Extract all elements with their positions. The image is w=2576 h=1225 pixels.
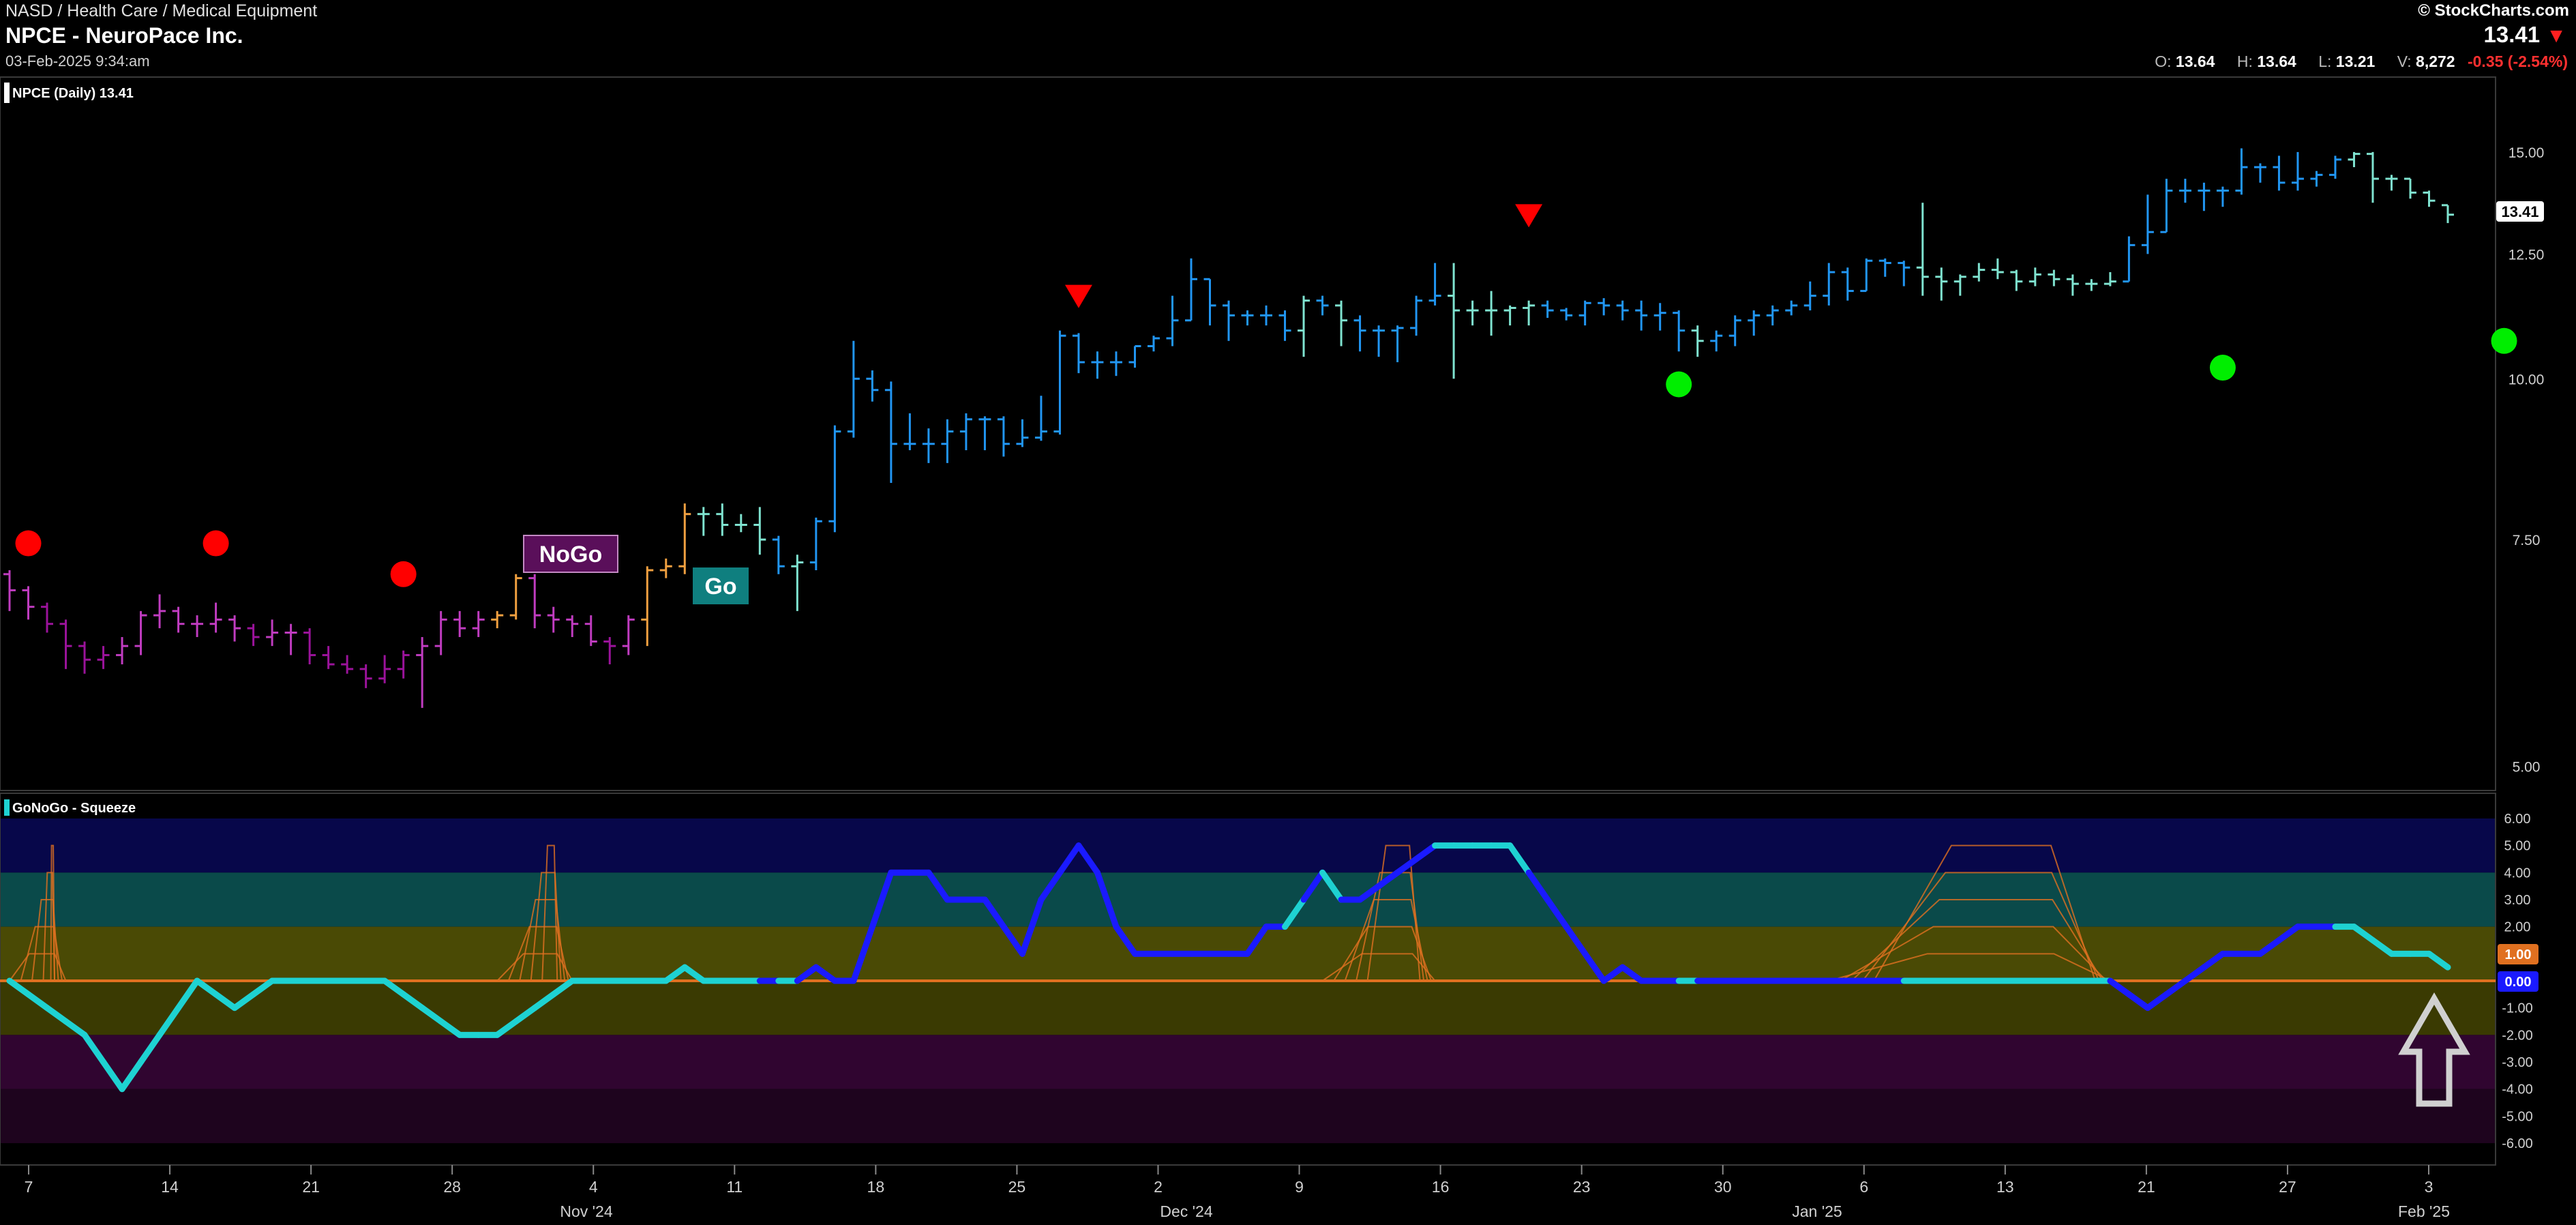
oscillator-tick-label: -1.00 (2502, 1001, 2533, 1016)
oscillator-tick-label: -4.00 (2502, 1082, 2533, 1097)
x-month-label: Dec '24 (1160, 1202, 1212, 1220)
x-tick-label: 23 (1573, 1178, 1591, 1196)
oscillator-tick-label: 5.00 (2504, 839, 2531, 854)
chart-title: NPCE - NeuroPace Inc. (5, 23, 243, 48)
x-tick-label: 27 (2279, 1178, 2296, 1196)
squeeze-tag: 1.00 (2505, 947, 2532, 962)
price-panel-label: NPCE (Daily) 13.41 (12, 86, 134, 101)
x-tick-label: 14 (161, 1178, 179, 1196)
low-label: L: (2318, 53, 2332, 70)
oscillator-band (0, 872, 2496, 927)
go-dot-marker (2491, 327, 2517, 354)
go-dot-marker (1666, 371, 1692, 398)
x-month-label: Jan '25 (1792, 1202, 1842, 1220)
ohlc-readout: O: 13.64 H: 13.64 L: 13.21 V: 8,272 -0.3… (2155, 53, 2568, 71)
x-tick-label: 9 (1295, 1178, 1304, 1196)
price-y-axis: 15.00 12.50 10.00 7.50 5.00 (2508, 145, 2545, 776)
last-price-header: 13.41 ▼ (2484, 22, 2566, 48)
price-tick-label: 12.50 (2508, 247, 2545, 263)
oscillator-tick-label: 6.00 (2504, 812, 2531, 827)
copyright[interactable]: © StockCharts.com (2418, 1, 2569, 20)
x-tick-label: 4 (589, 1178, 598, 1196)
x-tick-label: 6 (1859, 1178, 1868, 1196)
oscillator-label: GoNoGo - Squeeze (12, 801, 136, 816)
price-tick-label: 15.00 (2508, 145, 2545, 161)
x-tick-label: 25 (1008, 1178, 1026, 1196)
oscillator-band (0, 1089, 2496, 1143)
zero-tag: 0.00 (2505, 975, 2532, 990)
x-month-label: Feb '25 (2398, 1202, 2450, 1220)
x-tick-label: 30 (1714, 1178, 1732, 1196)
down-triangle-icon: ▼ (2546, 25, 2566, 47)
x-tick-label: 2 (1154, 1178, 1163, 1196)
nogo-dot-marker (15, 530, 42, 557)
oscillator-tick-label: -3.00 (2502, 1055, 2533, 1070)
oscillator-tick-label: -5.00 (2502, 1109, 2533, 1124)
nogo-dot-marker (203, 530, 229, 557)
x-tick-label: 11 (726, 1178, 743, 1196)
oscillator-tick-label: 2.00 (2504, 920, 2531, 935)
go-annotation: Go (704, 574, 736, 600)
low-value: 13.21 (2335, 53, 2376, 70)
oscillator-tick-label: -6.00 (2502, 1136, 2533, 1151)
open-value: 13.64 (2175, 53, 2215, 70)
last-price-value: 13.41 (2483, 22, 2541, 47)
price-panel-bg (0, 76, 2496, 791)
price-tick-label: 5.00 (2513, 759, 2541, 775)
high-label: H: (2236, 53, 2253, 70)
x-tick-label: 7 (25, 1178, 33, 1196)
x-tick-label: 16 (1432, 1178, 1450, 1196)
oscillator-label-icon (4, 799, 10, 816)
nogo-dot-marker (390, 561, 417, 587)
x-tick-label: 21 (302, 1178, 320, 1196)
oscillator-tick-label: 3.00 (2504, 893, 2531, 908)
chart-canvas: 15.00 12.50 10.00 7.50 5.00 6.00 5.00 4.00 3.00… (0, 76, 2545, 1220)
breadcrumb[interactable]: NASD / Health Care / Medical Equipment (5, 1, 317, 21)
x-tick-label: 28 (443, 1178, 461, 1196)
x-tick-label: 13 (1996, 1178, 2014, 1196)
price-tick-label: 10.00 (2508, 372, 2545, 387)
x-tick-label: 3 (2425, 1178, 2433, 1196)
last-price-tag: 13.41 (2501, 203, 2538, 220)
oscillator-tick-label: -2.00 (2502, 1028, 2533, 1043)
change-value: -0.35 (-2.54%) (2467, 53, 2568, 70)
x-tick-label: 21 (2138, 1178, 2155, 1196)
price-tick-label: 7.50 (2513, 533, 2541, 548)
oscillator-band (0, 818, 2496, 873)
volume-value: 8,272 (2416, 53, 2455, 70)
open-label: O: (2155, 53, 2172, 70)
high-value: 13.64 (2257, 53, 2296, 70)
oscillator-tick-label: 4.00 (2504, 866, 2531, 881)
x-tick-label: 18 (867, 1178, 885, 1196)
oscillator-band (0, 1035, 2496, 1089)
chart-date: 03-Feb-2025 9:34:am (5, 53, 150, 70)
x-month-label: Nov '24 (560, 1202, 612, 1220)
price-panel-label-bg (4, 83, 10, 103)
x-axis: 7 14 21 28 4 11 18 25 2 9 16 23 30 6 13 21 27 3 Nov '24 Dec… (0, 1164, 2496, 1220)
nogo-annotation: NoGo (539, 542, 603, 567)
volume-label: V: (2397, 53, 2412, 70)
go-dot-marker (2209, 355, 2236, 381)
